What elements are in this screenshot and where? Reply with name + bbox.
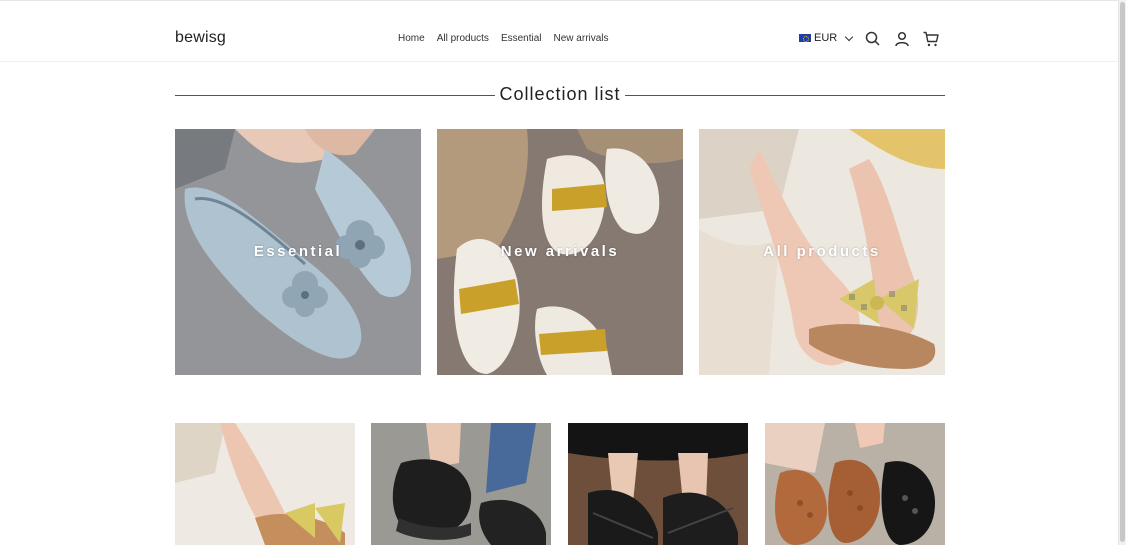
collection-card-essential[interactable]: Essential: [175, 129, 421, 375]
product-thumb-3[interactable]: [568, 423, 748, 545]
nav-new-arrivals[interactable]: New arrivals: [554, 33, 609, 44]
card-label-essential: Essential: [253, 243, 343, 260]
chevron-down-icon: [844, 32, 854, 41]
main-nav: Home All products Essential New arrivals: [398, 33, 609, 44]
scrollbar[interactable]: [1118, 0, 1126, 545]
account-icon[interactable]: [893, 30, 911, 48]
collection-card-all-products[interactable]: All products: [699, 129, 945, 375]
product-thumb-1[interactable]: [175, 423, 355, 545]
black-cross-strap-slipper-image: [568, 423, 748, 545]
product-thumb-2[interactable]: [371, 423, 551, 545]
nav-essential[interactable]: Essential: [501, 33, 542, 44]
bow-sandal-image: [175, 423, 355, 545]
product-thumb-4[interactable]: [765, 423, 945, 545]
site-header: bewisg Home All products Essential New a…: [0, 1, 1118, 62]
cart-icon[interactable]: [922, 30, 940, 48]
mary-jane-flats-image: [765, 423, 945, 545]
site-logo[interactable]: bewisg: [175, 29, 226, 47]
collection-card-new-arrivals[interactable]: New arrivals: [437, 129, 683, 375]
currency-selector[interactable]: EUR: [799, 32, 854, 44]
black-platform-sandal-image: [371, 423, 551, 545]
search-icon[interactable]: [864, 30, 882, 48]
eu-flag-icon: [799, 34, 811, 42]
scrollbar-thumb[interactable]: [1120, 2, 1125, 542]
nav-home[interactable]: Home: [398, 33, 425, 44]
currency-label: EUR: [814, 32, 838, 44]
nav-all-products[interactable]: All products: [437, 33, 489, 44]
card-label-new-arrivals: New arrivals: [500, 243, 620, 260]
card-label-all-products: All products: [763, 243, 881, 260]
collection-heading: Collection list: [175, 84, 945, 108]
divider-right: [625, 95, 945, 96]
